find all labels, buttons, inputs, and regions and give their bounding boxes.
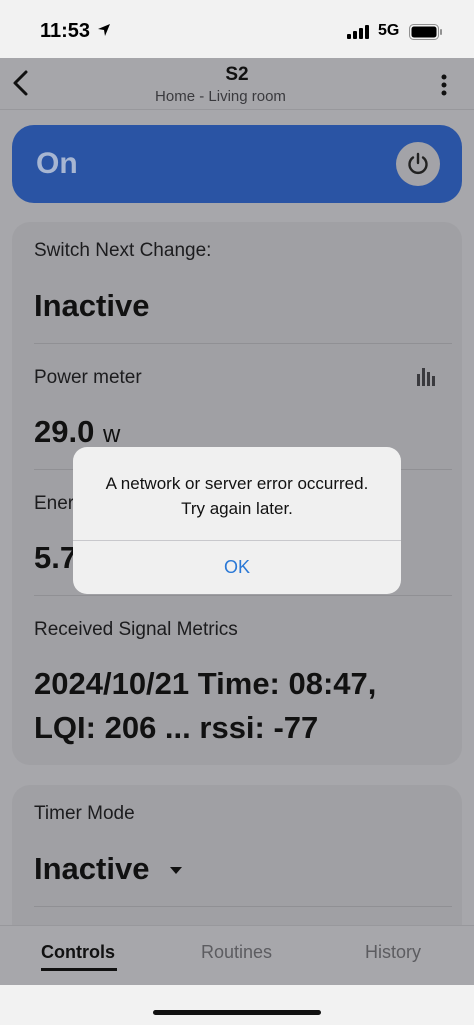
alert-message: A network or server error occurred. Try …: [81, 471, 393, 521]
caret-down-icon: [170, 866, 183, 874]
cellular-signal-icon: [347, 25, 369, 39]
active-tab-indicator: [41, 968, 117, 971]
page-subtitle: Home - Living room: [155, 88, 286, 105]
bottom-tab-bar: Controls Routines History: [0, 925, 474, 985]
home-indicator-area: [0, 985, 474, 1025]
alert-ok-button[interactable]: OK: [73, 541, 401, 594]
tab-history[interactable]: History: [365, 942, 421, 963]
energy-value: 5.7: [34, 540, 78, 575]
power-meter-value: 29.0 w: [34, 414, 120, 450]
battery-icon: [409, 24, 442, 40]
home-indicator[interactable]: [153, 1010, 321, 1015]
error-alert-dialog: A network or server error occurred. Try …: [73, 447, 401, 594]
tab-routines[interactable]: Routines: [201, 942, 272, 963]
power-icon: [408, 152, 428, 175]
status-bar: 11:53 5G: [0, 0, 474, 58]
switch-next-change-label: Switch Next Change:: [34, 240, 212, 261]
nav-header: S2 Home - Living room: [0, 58, 474, 110]
power-meter-unit: w: [102, 421, 121, 448]
alert-message-line2: Try again later.: [181, 499, 293, 518]
more-options-icon[interactable]: [432, 70, 456, 100]
timer-mode-dropdown[interactable]: Inactive: [34, 851, 183, 887]
divider: [34, 343, 452, 344]
network-type-label: 5G: [378, 22, 400, 39]
status-time: 11:53: [40, 20, 91, 42]
signal-metrics-label: Received Signal Metrics: [34, 619, 238, 640]
power-meter-label: Power meter: [34, 367, 142, 388]
signal-metrics-line2: LQI: 206 ... rssi: -77: [34, 710, 319, 745]
timer-mode-card: Timer Mode Inactive: [12, 785, 462, 925]
page-title: S2: [225, 64, 249, 85]
divider: [34, 906, 452, 907]
tab-controls[interactable]: Controls: [41, 942, 115, 963]
switch-next-change-value: Inactive: [34, 288, 150, 323]
location-arrow-icon: [98, 24, 110, 36]
power-button[interactable]: [396, 142, 440, 186]
power-meter-number: 29.0: [34, 414, 95, 449]
switch-state-label: On: [36, 147, 78, 180]
divider: [34, 595, 452, 596]
bar-chart-icon[interactable]: [417, 368, 437, 386]
alert-message-line1: A network or server error occurred.: [105, 474, 369, 493]
signal-metrics-line1: 2024/10/21 Time: 08:47,: [34, 666, 377, 701]
timer-mode-label: Timer Mode: [34, 803, 135, 824]
switch-state-card[interactable]: On: [12, 125, 462, 203]
timer-mode-value: Inactive: [34, 851, 150, 886]
